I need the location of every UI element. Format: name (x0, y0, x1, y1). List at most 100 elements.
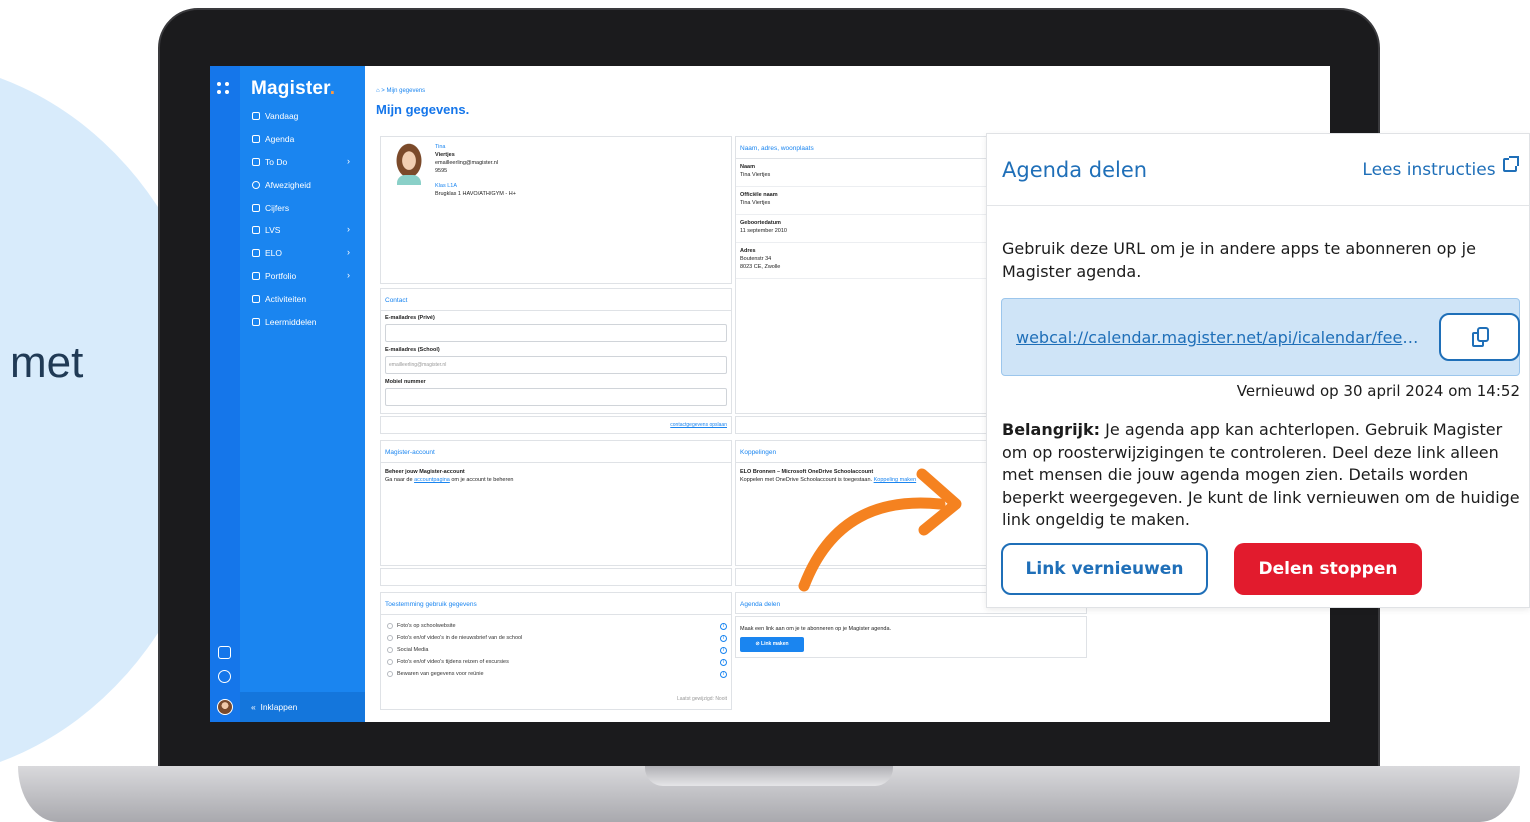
radio-icon[interactable] (387, 647, 393, 653)
card-header: Magister-account (381, 441, 731, 463)
nav-label: Cijfers (265, 203, 290, 213)
email-private-field[interactable] (385, 324, 727, 342)
consent-item[interactable]: Social Media i (387, 646, 727, 654)
double-chevron-left-icon: « (251, 702, 256, 712)
checkbox-icon (252, 158, 260, 166)
info-icon[interactable]: i (720, 634, 727, 642)
link-maken-button[interactable]: ⊘ Link maken (740, 637, 804, 652)
save-contact-link[interactable]: contactgegevens opslaan (670, 421, 727, 429)
info-icon[interactable]: i (720, 658, 727, 666)
account-title: Beheer jouw Magister-account (385, 469, 465, 475)
info-icon[interactable]: i (720, 646, 727, 654)
nav-item-afwezigheid[interactable]: Afwezigheid (252, 177, 360, 193)
radio-icon[interactable] (387, 659, 393, 665)
message-icon[interactable] (218, 646, 231, 659)
side-text: met (10, 338, 84, 387)
home-icon[interactable]: ⌂ (376, 88, 380, 94)
important-notice: Belangrijk: Je agenda app kan achterlope… (1002, 420, 1520, 529)
panel-title: Agenda delen (1002, 158, 1148, 182)
nav-item-leermiddelen[interactable]: Leermiddelen (252, 314, 360, 330)
lvs-icon (252, 226, 260, 234)
info-icon[interactable]: i (720, 622, 727, 630)
nav-label: Agenda (265, 134, 295, 144)
row-label: Officiële naam (740, 192, 778, 198)
consent-item[interactable]: Foto's en/of video's in de nieuwsbrief v… (387, 634, 727, 642)
row-value: Tina Viertjes (740, 200, 771, 206)
agenda-card-text: Maak een link aan om je te abonneren op … (740, 626, 892, 632)
panel-header: Agenda delen Lees instructies (987, 134, 1529, 206)
copy-button[interactable] (1439, 313, 1520, 361)
magister-account-card: Magister-account Beheer jouw Magister-ac… (380, 440, 732, 566)
calendar-url[interactable]: webcal://calendar.magister.net/api/icale… (1016, 328, 1420, 347)
help-icon[interactable] (218, 670, 231, 683)
nav-item-lvs[interactable]: LVS › (252, 222, 360, 238)
sidebar: Magister. Vandaag Agenda To Do › Afwezigh… (240, 66, 365, 722)
chevron-right-icon: › (347, 224, 350, 234)
info-icon[interactable]: i (720, 670, 727, 678)
agenda-share-panel: Agenda delen Lees instructies Gebruik de… (986, 133, 1530, 608)
nav-item-vandaag[interactable]: Vandaag (252, 108, 360, 124)
consent-card: Toestemming gebruik gegevens Foto's op s… (380, 592, 732, 710)
email-private-label: E-mailadres (Privé) (385, 315, 435, 321)
profile-card: Tina Viertjes emailleerling@magister.nl … (380, 136, 732, 284)
row-value: 11 september 2010 (740, 228, 787, 234)
breadcrumb-current[interactable]: > Mijn gegevens (381, 88, 425, 94)
calendar-icon (252, 135, 260, 143)
account-footer (380, 568, 732, 586)
last-changed: Laatst gewijzigd: Nooit (676, 696, 727, 702)
mobile-field[interactable] (385, 388, 727, 406)
nav-label: Afwezigheid (265, 180, 311, 190)
address-footer (735, 416, 995, 434)
radio-icon[interactable] (387, 623, 393, 629)
email-school-field[interactable]: emailleerling@magister.nl (385, 356, 727, 374)
consent-item[interactable]: Bewaren van gegevens voor reünie i (387, 670, 727, 678)
consent-item[interactable]: Foto's en/of video's tijdens reizen of e… (387, 658, 727, 666)
collapse-button[interactable]: « Inklappen (240, 692, 365, 722)
nav-label: LVS (265, 225, 281, 235)
row-value-2: 8023 CE, Zwolle (740, 264, 781, 270)
portfolio-icon (252, 272, 260, 280)
chevron-right-icon: › (347, 270, 350, 280)
name-row: Naam Tina Viertjes (736, 159, 994, 187)
grades-icon (252, 204, 260, 212)
user-avatar[interactable] (217, 699, 233, 715)
contact-card: Contact E-mailadres (Privé) E-mailadres … (380, 288, 732, 414)
address-card: Naam, adres, woonplaats Naam Tina Viertj… (735, 136, 995, 414)
nav-label: ELO (265, 248, 283, 258)
account-page-link[interactable]: accountpagina (414, 477, 450, 483)
class-link[interactable]: Klas L1A (435, 182, 516, 190)
copy-icon (1472, 327, 1490, 347)
books-icon (252, 318, 260, 326)
chevron-right-icon: › (347, 247, 350, 257)
nav-item-agenda[interactable]: Agenda (252, 131, 360, 147)
first-name: Tina (435, 144, 446, 150)
row-label: Naam (740, 164, 755, 170)
nav-item-activiteiten[interactable]: Activiteiten (252, 291, 360, 307)
callout-arrow (798, 468, 962, 592)
instructions-link[interactable]: Lees instructies (1362, 156, 1519, 180)
renew-link-button[interactable]: Link vernieuwen (1001, 543, 1208, 595)
app-grid-icon[interactable] (217, 82, 231, 96)
nav-item-todo[interactable]: To Do › (252, 154, 360, 170)
radio-icon[interactable] (387, 635, 393, 641)
birthdate-row: Geboortedatum 11 september 2010 (736, 215, 994, 243)
stop-sharing-button[interactable]: Delen stoppen (1234, 543, 1422, 595)
consent-item[interactable]: Foto's op schoolwebsite i (387, 622, 727, 630)
agenda-card: Maak een link aan om je te abonneren op … (735, 616, 1087, 658)
nav-label: Vandaag (265, 111, 299, 121)
radio-icon[interactable] (387, 671, 393, 677)
laptop-notch (645, 766, 893, 786)
row-label: Adres (740, 248, 756, 254)
nav-item-elo[interactable]: ELO › (252, 245, 360, 261)
link-icon: ⊘ (755, 641, 760, 647)
home-icon (252, 112, 260, 120)
card-header: Toestemming gebruik gegevens (381, 593, 731, 615)
row-value: Tina Viertjes (740, 172, 771, 178)
page-title: Mijn gegevens. (376, 102, 470, 117)
row-value: Boutenstr 34 (740, 256, 772, 262)
profile-number: 9595 (435, 168, 448, 174)
contact-save-bar: contactgegevens opslaan (380, 416, 732, 434)
nav-item-portfolio[interactable]: Portfolio › (252, 268, 360, 284)
magister-logo[interactable]: Magister. (251, 78, 335, 100)
nav-item-cijfers[interactable]: Cijfers (252, 200, 360, 216)
